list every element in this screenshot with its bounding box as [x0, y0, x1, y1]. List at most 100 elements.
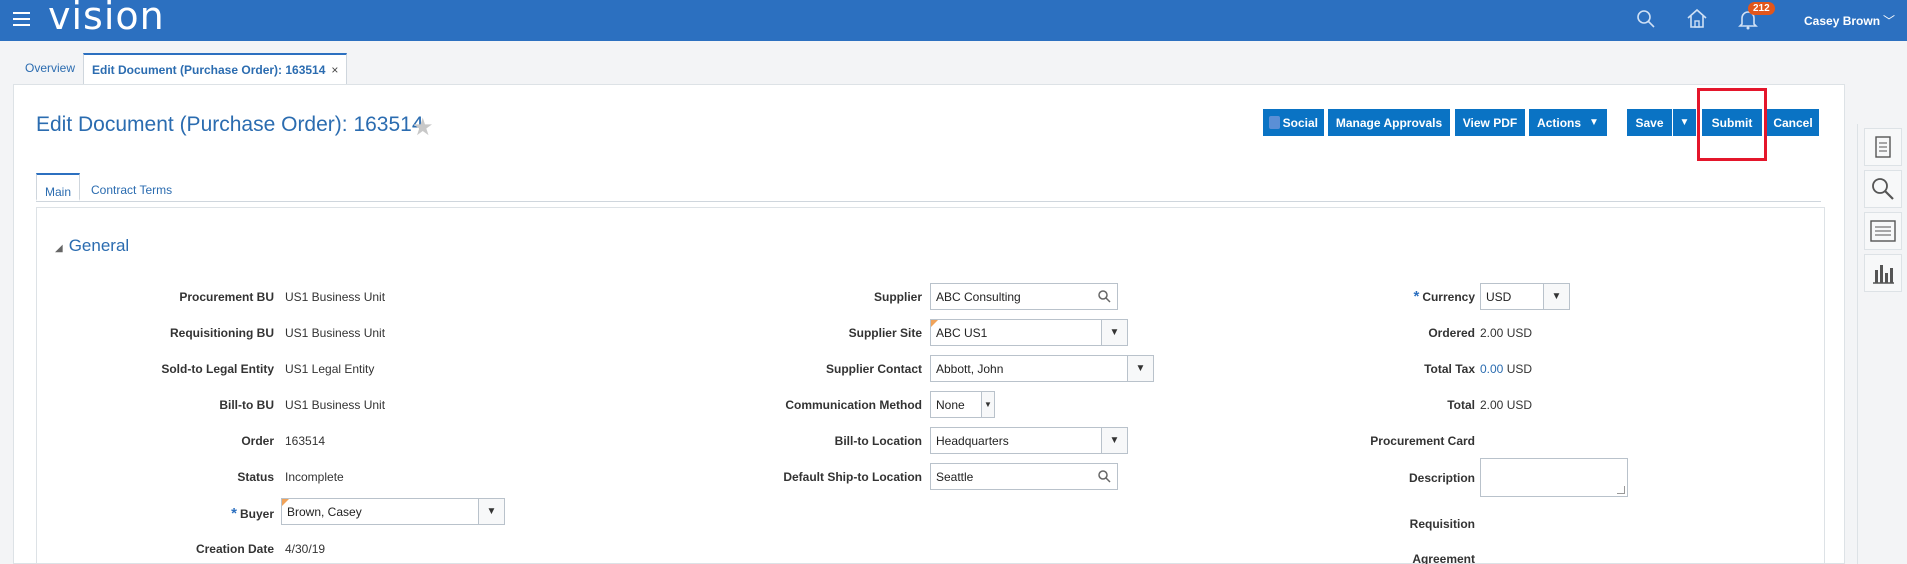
- label-buyer-text: Buyer: [239, 507, 274, 521]
- tab-divider: [36, 201, 1821, 202]
- tab-main-label: Main: [45, 185, 72, 199]
- page-title: Edit Document (Purchase Order): 163514: [36, 113, 424, 136]
- cancel-button[interactable]: Cancel: [1767, 109, 1819, 136]
- value-procurement-bu: US1 Business Unit: [285, 290, 386, 304]
- save-label: Save: [1635, 115, 1664, 130]
- favorite-star-icon[interactable]: ★: [412, 113, 434, 142]
- list-icon: [1870, 220, 1896, 242]
- ship-to-location-value: Seattle: [936, 470, 974, 484]
- description-textarea[interactable]: [1480, 458, 1628, 497]
- value-requisitioning-bu: US1 Business Unit: [285, 326, 386, 340]
- label-supplier-site: Supplier Site: [848, 326, 922, 340]
- supplier-value: ABC Consulting: [936, 290, 1021, 304]
- document-icon: [1875, 136, 1891, 158]
- value-total-tax: 0.00 USD: [1480, 362, 1532, 376]
- tab-overview-label: Overview: [25, 61, 76, 75]
- bar-chart-icon: [1873, 265, 1894, 284]
- rail-list-button[interactable]: [1864, 212, 1902, 250]
- chevron-down-icon[interactable]: ▼: [1543, 284, 1569, 309]
- ordered-currency: USD: [1506, 326, 1533, 340]
- collapse-triangle-icon: ◢: [55, 243, 63, 254]
- caret-down-icon: ▼: [1589, 117, 1599, 128]
- actions-button[interactable]: Actions ▼: [1529, 109, 1607, 136]
- notifications-badge: 212: [1748, 2, 1775, 15]
- user-name: Casey Brown: [1804, 14, 1881, 28]
- chevron-down-icon[interactable]: ▼: [981, 392, 994, 417]
- tab-contract-terms-label: Contract Terms: [91, 183, 173, 197]
- search-icon[interactable]: [1097, 469, 1111, 483]
- changed-marker-icon: [931, 320, 938, 327]
- close-tab-icon[interactable]: ×: [331, 63, 338, 77]
- label-description: Description: [1408, 471, 1475, 485]
- label-currency-text: Currency: [1422, 290, 1475, 304]
- total-currency: USD: [1506, 398, 1533, 412]
- value-status: Incomplete: [285, 470, 344, 484]
- actions-label: Actions: [1537, 115, 1582, 130]
- tab-contract-terms[interactable]: Contract Terms: [83, 173, 180, 201]
- label-requisition: Requisition: [1409, 517, 1475, 531]
- communication-method-select[interactable]: None ▼: [930, 391, 995, 418]
- menu-icon[interactable]: [13, 12, 30, 26]
- view-pdf-label: View PDF: [1462, 115, 1518, 130]
- chevron-down-icon[interactable]: ▼: [1101, 428, 1127, 453]
- chevron-down-icon[interactable]: ▼: [1127, 356, 1153, 381]
- label-ordered: Ordered: [1428, 326, 1475, 340]
- rail-document-button[interactable]: [1864, 128, 1902, 166]
- supplier-contact-select[interactable]: Abbott, John ▼: [930, 355, 1154, 382]
- required-icon: *: [1413, 288, 1420, 305]
- manage-approvals-label: Manage Approvals: [1335, 115, 1443, 130]
- chevron-down-icon[interactable]: ▼: [478, 499, 504, 524]
- view-pdf-button[interactable]: View PDF: [1455, 109, 1525, 136]
- communication-method-value: None: [936, 398, 965, 412]
- label-buyer: * Buyer: [127, 505, 274, 522]
- tab-main[interactable]: Main: [36, 173, 81, 201]
- bill-to-location-select[interactable]: Headquarters ▼: [930, 427, 1128, 454]
- right-rail: [1857, 124, 1907, 564]
- total-tax-currency: USD: [1506, 362, 1533, 376]
- document-tabs: Overview Edit Document (Purchase Order):…: [0, 41, 1907, 85]
- rail-search-button[interactable]: [1864, 170, 1902, 208]
- chevron-down-icon[interactable]: ▼: [1101, 320, 1127, 345]
- global-header: vision 212 Casey Brown ﹀: [0, 0, 1907, 41]
- label-communication-method: Communication Method: [785, 398, 922, 412]
- total-amount: 2.00: [1480, 398, 1504, 412]
- value-order: 163514: [285, 434, 326, 448]
- tab-edit-document[interactable]: Edit Document (Purchase Order): 163514 ×: [83, 53, 348, 85]
- total-tax-link[interactable]: 0.00: [1480, 362, 1503, 376]
- section-title-general[interactable]: ◢ General: [55, 236, 129, 256]
- manage-approvals-button[interactable]: Manage Approvals: [1328, 109, 1450, 136]
- value-sold-to-legal-entity: US1 Legal Entity: [285, 362, 375, 376]
- supplier-contact-value: Abbott, John: [936, 362, 1004, 376]
- app-logo[interactable]: vision: [48, 0, 165, 38]
- search-icon[interactable]: [1633, 6, 1659, 32]
- general-section: ◢ General Procurement BU US1 Business Uni…: [36, 207, 1825, 564]
- buyer-select[interactable]: Brown, Casey ▼: [281, 498, 505, 525]
- social-label: Social: [1282, 115, 1318, 130]
- home-icon[interactable]: [1684, 6, 1710, 32]
- save-button[interactable]: Save: [1627, 109, 1672, 136]
- cancel-label: Cancel: [1773, 115, 1813, 130]
- social-icon: [1269, 116, 1280, 129]
- chevron-down-icon: ﹀: [1883, 14, 1896, 28]
- ordered-amount: 2.00: [1480, 326, 1504, 340]
- section-title-label: General: [68, 236, 130, 255]
- label-procurement-card: Procurement Card: [1370, 434, 1475, 448]
- label-requisitioning-bu: Requisitioning BU: [170, 326, 274, 340]
- social-button[interactable]: Social: [1263, 109, 1324, 136]
- rail-chart-button[interactable]: [1864, 254, 1902, 292]
- save-options-button[interactable]: ▼: [1673, 109, 1696, 136]
- supplier-site-select[interactable]: ABC US1 ▼: [930, 319, 1128, 346]
- search-icon[interactable]: [1097, 289, 1111, 303]
- ship-to-location-input[interactable]: Seattle: [930, 463, 1118, 490]
- label-total-tax: Total Tax: [1424, 362, 1475, 376]
- currency-select[interactable]: USD ▼: [1480, 283, 1570, 310]
- resize-grip-icon[interactable]: [1617, 486, 1625, 494]
- label-supplier-contact: Supplier Contact: [825, 362, 922, 376]
- label-bill-to-location: Bill-to Location: [834, 434, 922, 448]
- user-menu[interactable]: Casey Brown ﹀: [1804, 12, 1895, 29]
- supplier-input[interactable]: ABC Consulting: [930, 283, 1118, 310]
- label-status: Status: [237, 470, 274, 484]
- label-supplier: Supplier: [873, 290, 922, 304]
- tab-overview[interactable]: Overview: [17, 53, 83, 85]
- caret-down-icon: ▼: [1679, 117, 1690, 128]
